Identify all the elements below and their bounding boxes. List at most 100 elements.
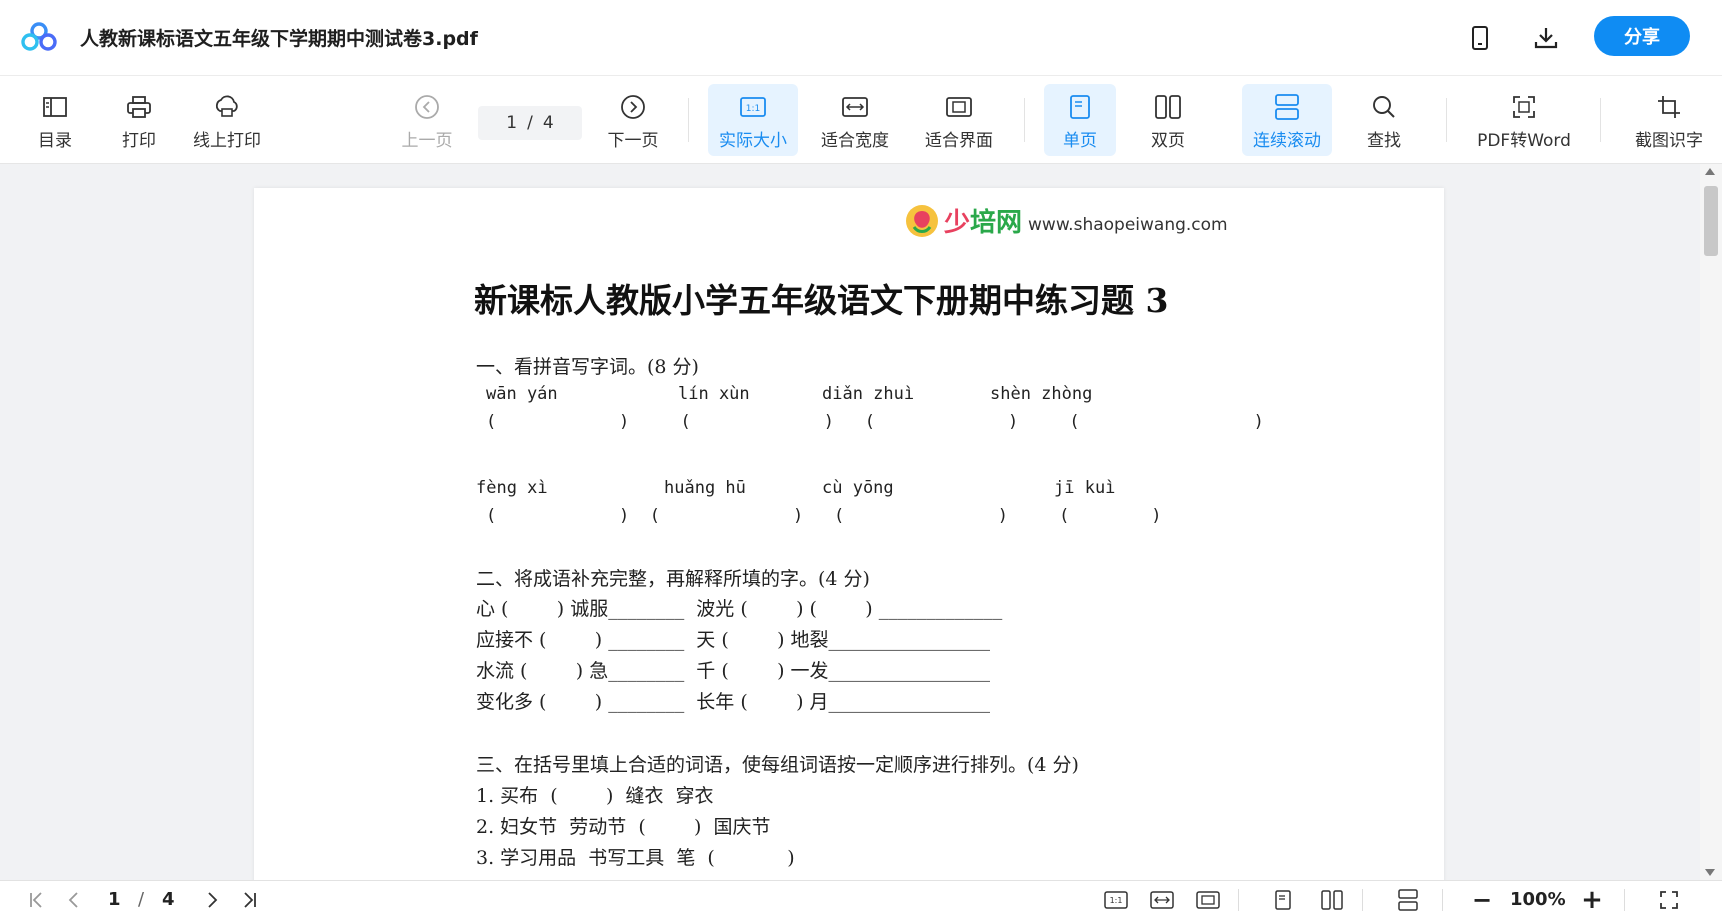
- print-button[interactable]: 打印: [114, 84, 164, 156]
- scroll-thumb[interactable]: [1704, 186, 1718, 256]
- search-icon: [1369, 92, 1399, 122]
- single-page-icon: [1275, 890, 1291, 910]
- chevron-right-icon: [208, 892, 218, 908]
- first-page-button[interactable]: [24, 887, 50, 913]
- prev-page-small-button[interactable]: [60, 887, 86, 913]
- document-viewer[interactable]: 少培网 www.shaopeiwang.com 新课标人教版小学五年级语文下册期…: [0, 164, 1700, 880]
- download-button[interactable]: [1528, 20, 1564, 56]
- fit-width-small-button[interactable]: [1148, 887, 1176, 913]
- toc-button[interactable]: 目录: [30, 84, 80, 156]
- prev-page-label: 上一页: [401, 131, 453, 151]
- next-page-small-button[interactable]: [200, 887, 226, 913]
- page-separator: /: [527, 113, 533, 133]
- answer-parentheses: ( ) ( ) ( ) ( ): [486, 506, 1162, 526]
- divider: [1600, 98, 1601, 142]
- toolbar: 目录 打印 线上打印 上一页 1 / 4 下一页 1:1 实际大小 适合宽度 适…: [0, 76, 1722, 164]
- actual-size-button[interactable]: 1:1 实际大小: [708, 84, 798, 156]
- fit-page-label: 适合界面: [925, 131, 993, 151]
- next-page-button[interactable]: 下一页: [604, 84, 662, 156]
- divider: [688, 98, 689, 142]
- pinyin-item: wān yán: [486, 384, 558, 404]
- last-page-button[interactable]: [236, 887, 262, 913]
- pdf-to-word-button[interactable]: PDF转Word: [1474, 84, 1574, 156]
- pdf-page: 少培网 www.shaopeiwang.com 新课标人教版小学五年级语文下册期…: [254, 188, 1444, 880]
- online-print-button[interactable]: 线上打印: [186, 84, 268, 156]
- single-page-button[interactable]: 单页: [1044, 84, 1116, 156]
- zoom-in-button[interactable]: +: [1580, 885, 1604, 915]
- double-page-icon: [1321, 890, 1343, 910]
- cloud-print-icon: [212, 92, 242, 122]
- svg-text:1:1: 1:1: [1110, 896, 1123, 905]
- divider: [1446, 98, 1447, 142]
- zoom-level[interactable]: 100%: [1510, 889, 1566, 910]
- exam-heading: 新课标人教版小学五年级语文下册期中练习题 3: [474, 281, 1169, 320]
- fit-page-small-button[interactable]: [1194, 887, 1222, 913]
- chevron-left-circle-icon: [412, 92, 442, 122]
- continuous-scroll-button[interactable]: 连续滚动: [1242, 84, 1332, 156]
- vertical-scrollbar[interactable]: [1700, 164, 1722, 880]
- ocr-capture-button[interactable]: 截图识字: [1628, 84, 1710, 156]
- printer-icon: [124, 92, 154, 122]
- idiom-line: 应接不 ( ) ________ 天 ( ) 地裂_______________…: [476, 629, 991, 651]
- pinyin-item: shèn zhòng: [990, 384, 1093, 404]
- fit-width-label: 适合宽度: [821, 131, 889, 151]
- section-1-title: 一、看拼音写字词。(8 分): [476, 356, 699, 378]
- mobile-view-button[interactable]: [1462, 20, 1498, 56]
- watermark-brand-b: 培网: [970, 208, 1023, 238]
- first-page-icon: [30, 892, 42, 908]
- double-page-small-button[interactable]: [1318, 887, 1346, 913]
- double-page-label: 双页: [1151, 131, 1185, 151]
- idiom-line: 水流 ( ) 急________ 千 ( ) 一发_______________…: [476, 660, 991, 682]
- watermark-brand: 少培网: [944, 202, 1022, 239]
- toc-label: 目录: [38, 131, 72, 151]
- find-button[interactable]: 查找: [1358, 84, 1410, 156]
- pinyin-item: jī kuì: [1054, 478, 1116, 498]
- continuous-scroll-small-button[interactable]: [1394, 887, 1422, 913]
- document-title: 人教新课标语文五年级下学期期中测试卷3.pdf: [80, 28, 478, 50]
- fit-width-icon: [840, 92, 870, 122]
- status-page-separator: /: [138, 889, 145, 910]
- fit-page-button[interactable]: 适合界面: [918, 84, 1000, 156]
- chevron-left-icon: [68, 892, 78, 908]
- scroll-up-arrow-icon[interactable]: [1705, 168, 1715, 175]
- continuous-scroll-label: 连续滚动: [1253, 131, 1321, 151]
- svg-text:1:1: 1:1: [746, 104, 760, 114]
- fit-width-button[interactable]: 适合宽度: [814, 84, 896, 156]
- divider: [1624, 889, 1625, 911]
- convert-icon: [1509, 92, 1539, 122]
- watermark: 少培网 www.shaopeiwang.com: [904, 202, 1228, 239]
- double-page-icon: [1153, 92, 1183, 122]
- watermark-url: www.shaopeiwang.com: [1028, 214, 1228, 235]
- total-pages: 4: [542, 113, 554, 133]
- page-indicator[interactable]: 1 / 4: [478, 106, 582, 140]
- actual-size-label: 实际大小: [719, 131, 787, 151]
- scroll-down-arrow-icon[interactable]: [1705, 869, 1715, 876]
- single-page-small-button[interactable]: [1270, 887, 1296, 913]
- ordering-line: 1. 买布 ( ) 缝衣 穿衣: [476, 785, 714, 807]
- zoom-out-button[interactable]: −: [1470, 886, 1494, 914]
- idiom-line: 变化多 ( ) ________ 长年 ( ) 月_______________…: [476, 691, 991, 713]
- crop-icon: [1654, 92, 1684, 122]
- toc-icon: [40, 92, 70, 122]
- actual-size-icon: 1:1: [1104, 891, 1128, 909]
- section-3-title: 三、在括号里填上合适的词语，使每组词语按一定顺序进行排列。(4 分): [476, 754, 1079, 776]
- pinyin-item: huǎng hū: [664, 478, 746, 498]
- print-label: 打印: [122, 131, 156, 151]
- share-button[interactable]: 分享: [1594, 16, 1690, 56]
- pdf-to-word-label: PDF转Word: [1477, 131, 1571, 151]
- single-page-icon: [1065, 92, 1095, 122]
- watermark-brand-a: 少: [944, 208, 971, 238]
- status-current-page[interactable]: 1: [108, 889, 121, 910]
- divider: [1442, 889, 1443, 911]
- continuous-scroll-icon: [1272, 92, 1302, 122]
- pinyin-item: diǎn zhuì: [822, 384, 915, 404]
- download-icon: [1534, 28, 1558, 49]
- fullscreen-button[interactable]: [1656, 887, 1682, 913]
- actual-size-small-button[interactable]: 1:1: [1102, 887, 1130, 913]
- mobile-icon: [1472, 26, 1488, 50]
- double-page-button[interactable]: 双页: [1132, 84, 1204, 156]
- pinyin-item: lín xùn: [678, 384, 750, 404]
- prev-page-button[interactable]: 上一页: [398, 84, 456, 156]
- online-print-label: 线上打印: [193, 131, 261, 151]
- next-page-label: 下一页: [607, 131, 659, 151]
